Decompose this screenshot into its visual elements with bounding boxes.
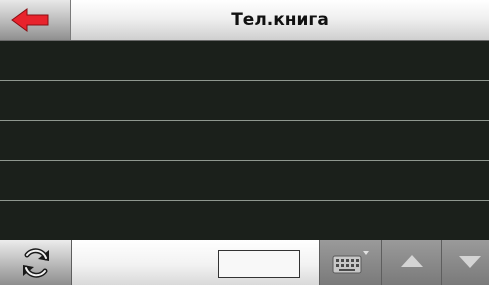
page-title: Тел.книга [231,10,329,30]
keyboard-button[interactable] [320,240,382,285]
scroll-up-button[interactable] [382,240,442,285]
contact-list [0,41,489,240]
search-bar [72,240,320,285]
refresh-button[interactable] [0,240,72,285]
header-bar: Тел.книга [0,0,489,41]
list-item[interactable] [0,41,489,81]
list-item[interactable] [0,121,489,161]
list-item[interactable] [0,81,489,121]
phonebook-screen: Тел.книга [0,0,489,285]
back-button[interactable] [0,0,71,40]
list-item[interactable] [0,161,489,201]
scroll-down-button[interactable] [442,240,489,285]
search-input[interactable] [218,250,300,278]
bottom-toolbar [0,240,489,285]
list-item[interactable] [0,201,489,240]
